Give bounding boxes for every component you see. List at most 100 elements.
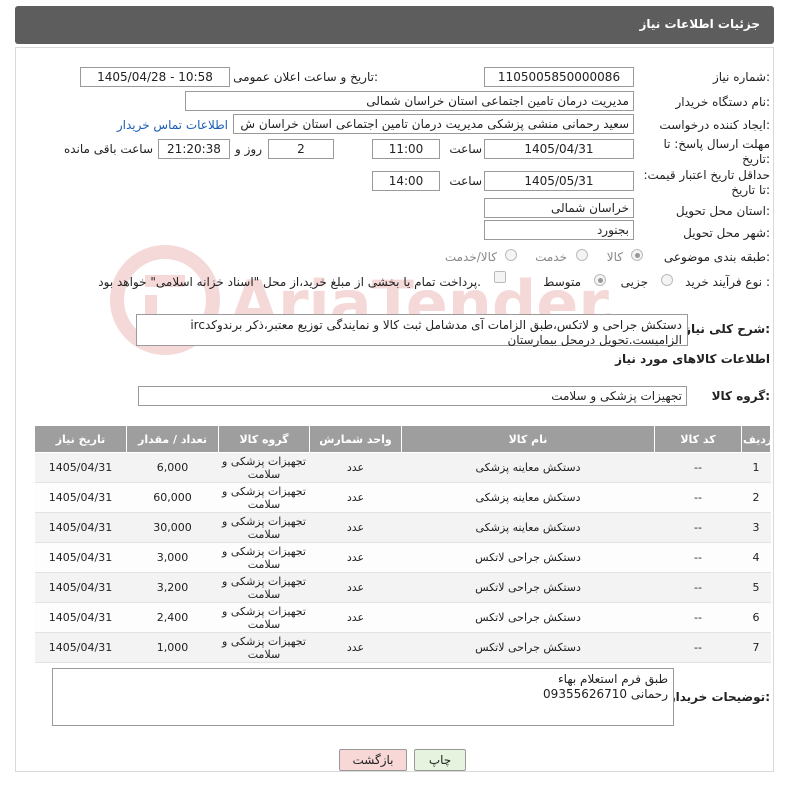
table-row[interactable]: 1405/04/31 1,000 تجهیزات پزشکی و سلامت عدد د… (34, 632, 771, 663)
reply-time-field[interactable]: 11:00 (372, 139, 440, 159)
cell-row-number: 6 (741, 602, 771, 633)
cell-name: دستکش جراحی لاتکس (401, 632, 655, 663)
buyer-contact-link[interactable]: اطلاعات تماس خریدار (117, 118, 228, 132)
col-header-unit: واحد شمارش (309, 425, 402, 453)
buyer-org-field[interactable]: مدیریت درمان تامین اجتماعی استان خراسان … (185, 91, 634, 111)
category-radio-goods-service[interactable] (505, 249, 517, 261)
table-row[interactable]: 1405/04/31 3,200 تجهیزات پزشکی و سلامت عدد د… (34, 572, 771, 603)
reply-date-field[interactable]: 1405/04/31 (484, 139, 634, 159)
purchase-option-minor: جزیی (620, 275, 648, 289)
cell-qty: 1,000 (126, 632, 219, 663)
table-row[interactable]: 1405/04/31 3,000 تجهیزات پزشکی و سلامت عدد د… (34, 542, 771, 573)
need-number-field[interactable]: 1105005850000086 (484, 67, 634, 87)
col-header-group: گروه کالا (218, 425, 310, 453)
cell-qty: 30,000 (126, 512, 219, 543)
print-button[interactable]: چاپ (414, 749, 466, 771)
cell-unit: عدد (309, 542, 402, 573)
cell-code: -- (654, 482, 742, 513)
province-label: استان محل تحویل: (675, 204, 770, 218)
province-field[interactable]: خراسان شمالی (484, 198, 634, 218)
cell-date: 1405/04/31 (34, 512, 127, 543)
cell-row-number: 3 (741, 512, 771, 543)
col-header-code: کد کالا (654, 425, 742, 453)
cell-date: 1405/04/31 (34, 602, 127, 633)
cell-date: 1405/04/31 (34, 482, 127, 513)
purchase-option-medium: متوسط (543, 275, 581, 289)
cell-name: دستکش معاینه پزشکی (401, 512, 655, 543)
buyer-notes-label: توضیحات خریدار: (668, 690, 770, 704)
cell-qty: 3,200 (126, 572, 219, 603)
buyer-notes-line-2: رحمانی 09355626710 (543, 687, 668, 701)
table-row[interactable]: 1405/04/31 6,000 تجهیزات پزشکی و سلامت عدد د… (34, 452, 771, 483)
category-option-goods-service: کالا/خدمت (444, 250, 497, 264)
announce-date-label: تاریخ و ساعت اعلان عمومی: (233, 70, 378, 84)
cell-qty: 6,000 (126, 452, 219, 483)
validity-time-field[interactable]: 14:00 (372, 171, 440, 191)
cell-row-number: 1 (741, 452, 771, 483)
announce-date-field[interactable]: 1405/04/28 - 10:58 (80, 67, 230, 87)
cell-unit: عدد (309, 602, 402, 633)
summary-text[interactable]: دستکش جراحی و لاتکس،طبق الزامات آی مدشام… (136, 314, 688, 347)
col-header-name: نام کالا (401, 425, 655, 453)
cell-row-number: 5 (741, 572, 771, 603)
validity-date-field[interactable]: 1405/05/31 (484, 171, 634, 191)
purchase-radio-medium[interactable] (594, 274, 606, 286)
cell-group: تجهیزات پزشکی و سلامت (218, 482, 310, 513)
requester-field[interactable]: سعید رحمانی منشی پزشکی مدیریت درمان تامی… (233, 114, 634, 134)
cell-unit: عدد (309, 452, 402, 483)
page-header: جزئیات اطلاعات نیاز (15, 6, 774, 44)
buyer-notes-box[interactable]: طبق فرم استعلام بهاء رحمانی 09355626710 (52, 668, 674, 726)
cell-date: 1405/04/31 (34, 632, 127, 663)
category-radio-service[interactable] (576, 249, 588, 261)
remaining-time-field[interactable]: 21:20:38 (158, 139, 230, 159)
buyer-notes-line-1: طبق فرم استعلام بهاء (558, 672, 668, 686)
category-radio-goods[interactable] (631, 249, 643, 261)
goods-section-title: اطلاعات کالاهای مورد نیاز (615, 352, 770, 366)
cell-code: -- (654, 542, 742, 573)
cell-date: 1405/04/31 (34, 542, 127, 573)
col-header-qty: تعداد / مقدار (126, 425, 219, 453)
table-row[interactable]: 1405/04/31 30,000 تجهیزات پزشکی و سلامت عدد… (34, 512, 771, 543)
col-header-date: تاریخ نیاز (34, 425, 127, 453)
treasury-payment-checkbox[interactable] (494, 271, 506, 283)
cell-unit: عدد (309, 632, 402, 663)
cell-code: -- (654, 572, 742, 603)
cell-date: 1405/04/31 (34, 572, 127, 603)
purchase-radio-minor[interactable] (661, 274, 673, 286)
category-label: طبقه بندی موضوعی: (663, 250, 770, 264)
table-row[interactable]: 1405/04/31 60,000 تجهیزات پزشکی و سلامت عدد… (34, 482, 771, 513)
reply-time-label: ساعت (449, 142, 482, 156)
days-field[interactable]: 2 (268, 139, 334, 159)
cell-row-number: 2 (741, 482, 771, 513)
cell-unit: عدد (309, 512, 402, 543)
cell-date: 1405/04/31 (34, 452, 127, 483)
page-title: جزئیات اطلاعات نیاز (639, 17, 760, 31)
goods-group-field[interactable]: تجهیزات پزشکی و سلامت (138, 386, 687, 406)
reply-deadline-label: مهلت ارسال پاسخ: تا تاریخ: (663, 137, 770, 166)
cell-name: دستکش جراحی لاتکس (401, 542, 655, 573)
cell-qty: 60,000 (126, 482, 219, 513)
items-table-header: تاریخ نیاز تعداد / مقدار گروه کالا واحد … (34, 425, 772, 453)
cell-group: تجهیزات پزشکی و سلامت (218, 542, 310, 573)
cell-row-number: 7 (741, 632, 771, 663)
cell-group: تجهیزات پزشکی و سلامت (218, 632, 310, 663)
cell-qty: 2,400 (126, 602, 219, 633)
validity-time-label: ساعت (449, 174, 482, 188)
cell-group: تجهیزات پزشکی و سلامت (218, 452, 310, 483)
summary-label: شرح کلی نیاز: (684, 322, 770, 336)
city-field[interactable]: بجنورد (484, 220, 634, 240)
city-label: شهر محل تحویل: (683, 226, 770, 240)
price-validity-label: حداقل تاریخ اعتبار قیمت: تا تاریخ: (643, 168, 770, 197)
buyer-org-label: نام دستگاه خریدار: (675, 95, 771, 109)
category-option-goods: کالا (606, 250, 623, 264)
cell-code: -- (654, 602, 742, 633)
treasury-payment-note: پرداخت تمام یا بخشی از مبلغ خرید،از محل … (98, 275, 481, 289)
remaining-time-label: ساعت باقی مانده (63, 142, 153, 156)
category-option-service: خدمت (535, 250, 567, 264)
cell-qty: 3,000 (126, 542, 219, 573)
back-button[interactable]: بازگشت (339, 749, 407, 771)
purchase-type-label: نوع فرآیند خرید : (685, 275, 770, 289)
table-row[interactable]: 1405/04/31 2,400 تجهیزات پزشکی و سلامت عدد د… (34, 602, 771, 633)
need-number-label: شماره نیاز: (712, 70, 770, 84)
requester-label: ایجاد کننده درخواست: (659, 118, 770, 132)
